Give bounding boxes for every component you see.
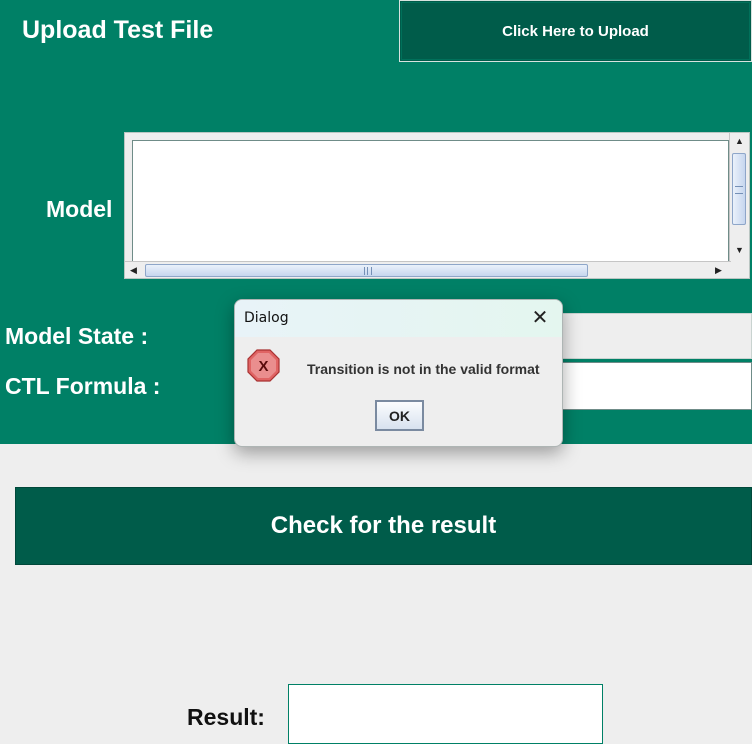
error-icon: X: [247, 349, 280, 382]
horizontal-scroll-thumb[interactable]: [145, 264, 588, 277]
dialog-title: Dialog: [244, 310, 289, 326]
ctl-formula-label: CTL Formula :: [5, 373, 161, 399]
horizontal-scrollbar[interactable]: ◀ ▶: [125, 261, 731, 278]
scroll-left-icon[interactable]: ◀: [125, 262, 142, 278]
model-state-label: Model State :: [5, 323, 149, 349]
ok-button[interactable]: OK: [375, 400, 424, 431]
ok-button-label: OK: [389, 407, 410, 424]
dialog-titlebar[interactable]: Dialog ✕: [235, 300, 562, 337]
model-label: Model: [46, 196, 113, 222]
dialog-message: Transition is not in the valid format: [307, 361, 540, 377]
error-dialog: Dialog ✕ X Transition is not in the vali…: [234, 299, 563, 447]
scroll-down-icon[interactable]: ▼: [730, 242, 749, 258]
result-output: [288, 684, 603, 744]
ctl-formula-input[interactable]: [555, 362, 752, 410]
scroll-right-icon[interactable]: ▶: [710, 262, 727, 278]
check-result-button[interactable]: Check for the result: [15, 487, 752, 565]
upload-title: Upload Test File: [22, 16, 214, 44]
close-icon[interactable]: ✕: [518, 300, 562, 337]
svg-text:X: X: [258, 358, 268, 375]
model-textarea[interactable]: [132, 140, 729, 262]
result-label: Result:: [187, 704, 265, 730]
model-scroll-pane: ▲ ▼ ◀ ▶: [124, 132, 750, 279]
vertical-scrollbar[interactable]: ▲ ▼: [729, 133, 749, 262]
upload-button[interactable]: Click Here to Upload: [399, 0, 752, 62]
scroll-up-icon[interactable]: ▲: [730, 133, 749, 149]
vertical-scroll-thumb[interactable]: [732, 153, 746, 225]
model-state-input[interactable]: [555, 313, 752, 359]
